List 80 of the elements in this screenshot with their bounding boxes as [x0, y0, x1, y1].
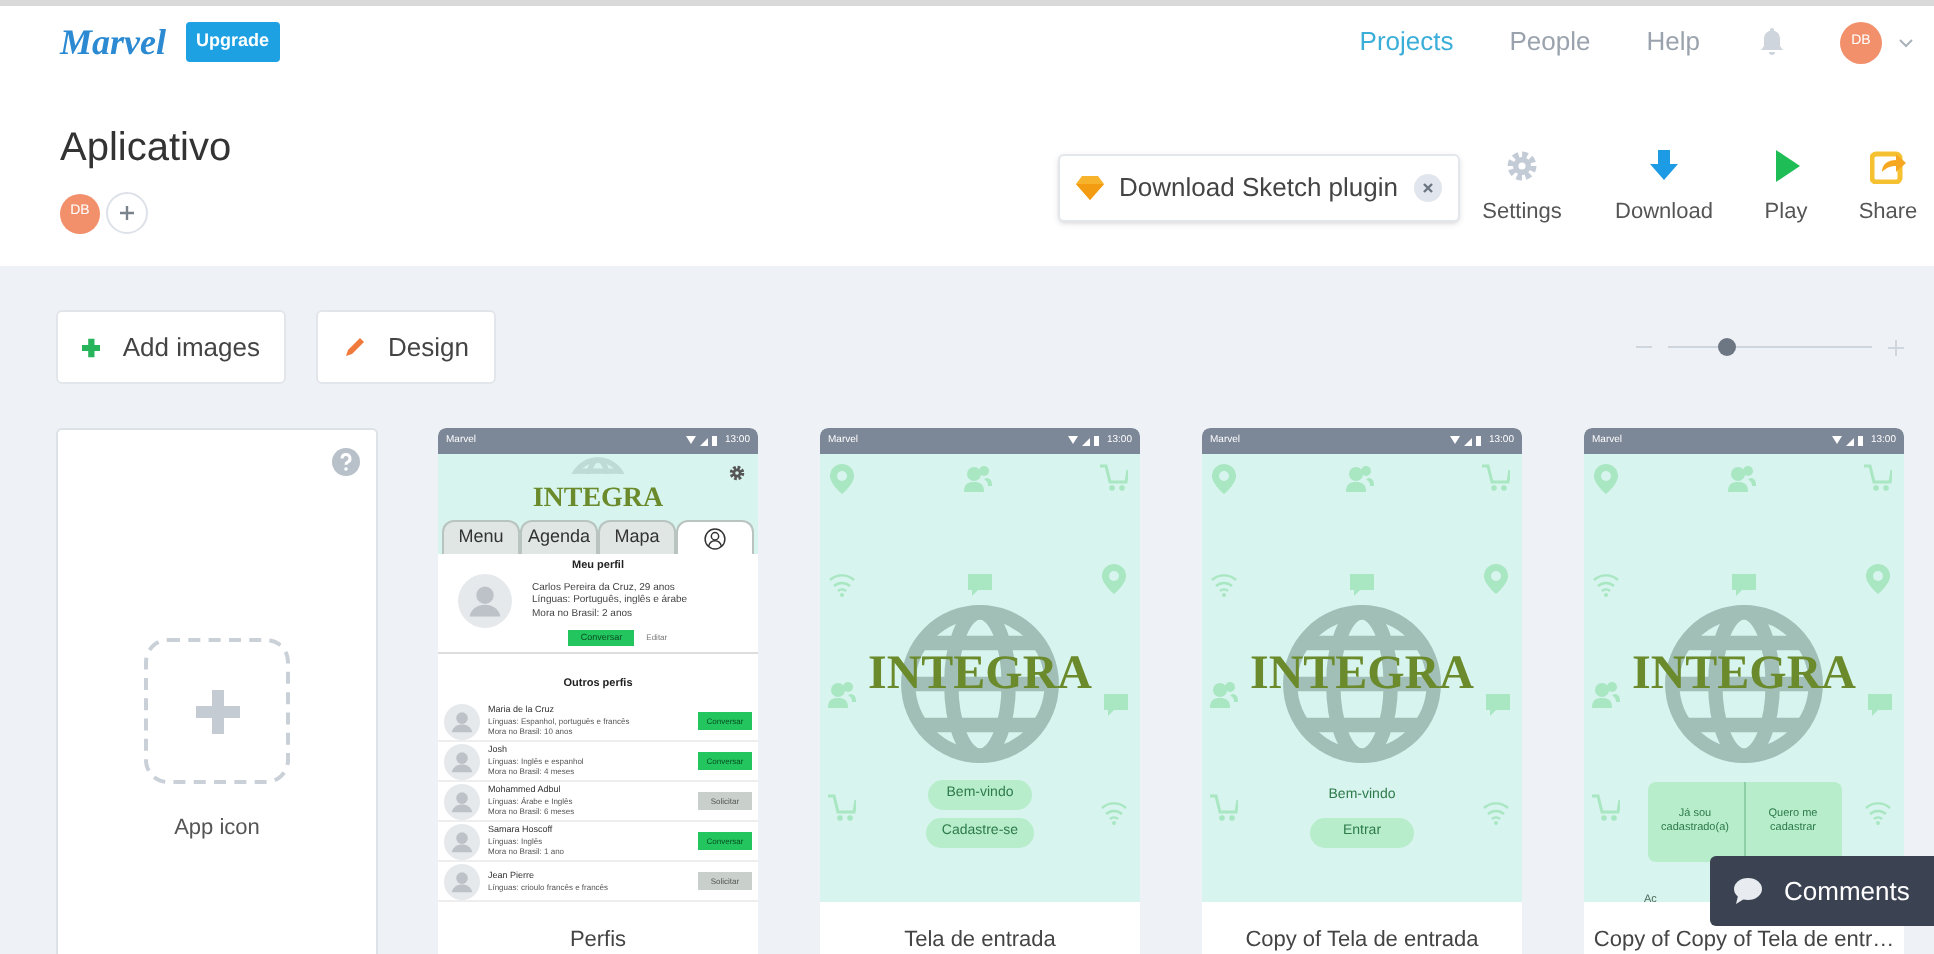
- tab[interactable]: Mapa: [598, 520, 676, 554]
- app-icon-label: App icon: [174, 814, 260, 844]
- status-icons: [1068, 436, 1101, 446]
- screen-title: Perfis: [569, 928, 627, 952]
- chat-bubble-icon: [1734, 878, 1762, 904]
- cart-icon: [1210, 794, 1238, 824]
- people-icon: [1346, 464, 1374, 494]
- location-pin-icon: [1100, 564, 1128, 594]
- status-icons: [1832, 436, 1865, 446]
- people-icon: [1210, 680, 1238, 710]
- close-icon[interactable]: [1414, 174, 1442, 202]
- status-icons: [686, 436, 719, 446]
- app-logo-text: INTEGRA: [867, 648, 1093, 700]
- add-button[interactable]: Add images: [56, 310, 286, 384]
- toolbar-play-button[interactable]: Play: [1746, 148, 1826, 229]
- upgrade-badge[interactable]: Upgrade: [186, 22, 280, 62]
- location-pin-icon: [1482, 564, 1510, 594]
- screen-title: Tela de entrada: [904, 928, 1056, 952]
- cart-icon: [1482, 464, 1510, 494]
- wifi-icon: [1482, 798, 1510, 828]
- app-logo-text: INTEGRA: [1631, 648, 1857, 700]
- people-icon: [1728, 464, 1756, 494]
- screen-title: Copy of Copy of Tela de entr…: [1593, 928, 1895, 952]
- tab[interactable]: Agenda: [520, 520, 598, 554]
- avatar-placeholder-icon: [444, 823, 480, 859]
- plus-icon: [195, 689, 239, 733]
- tab[interactable]: [676, 520, 754, 554]
- diamond-icon: [1075, 176, 1104, 200]
- chat-bubble-icon: [1484, 690, 1512, 720]
- gear-icon[interactable]: [728, 464, 746, 482]
- people-icon: [1592, 680, 1620, 710]
- comments-button[interactable]: Comments: [1710, 856, 1934, 926]
- person-icon: [704, 527, 726, 549]
- location-pin-icon: [1210, 464, 1238, 494]
- globe-drawing: [568, 456, 628, 474]
- design-button[interactable]: Design: [316, 310, 496, 384]
- wifi-icon: [1592, 570, 1620, 600]
- avatar-placeholder-icon: [444, 743, 480, 779]
- pencil-icon: [342, 335, 366, 359]
- app-logo-text: INTEGRA: [1249, 648, 1475, 700]
- screen-title: Copy of Tela de entrada: [1245, 928, 1479, 952]
- project-title: Aplicativo: [60, 124, 232, 174]
- location-pin-icon: [1592, 464, 1620, 494]
- gear-icon: [1504, 148, 1540, 184]
- people-icon: [828, 680, 856, 710]
- chat-bubble-icon: [1348, 570, 1376, 600]
- tab[interactable]: Menu: [442, 520, 520, 554]
- avatar-placeholder-icon: [444, 703, 480, 739]
- status-icons: [1450, 436, 1483, 446]
- cart-icon: [828, 794, 856, 824]
- toolbar-share-button[interactable]: Share: [1848, 148, 1928, 229]
- add-member-icon[interactable]: [106, 192, 148, 234]
- chat-bubble-icon: [966, 570, 994, 600]
- location-pin-icon: [1864, 564, 1892, 594]
- cart-icon: [1100, 464, 1128, 494]
- wifi-icon: [1100, 798, 1128, 828]
- chat-bubble-icon: [1102, 690, 1130, 720]
- download-arrow-icon: [1646, 148, 1682, 184]
- avatar-placeholder-icon: [444, 783, 480, 819]
- app-logo-text: INTEGRA: [532, 483, 664, 514]
- zoom-slider-thumb[interactable]: [1717, 338, 1736, 356]
- wifi-icon: [828, 570, 856, 600]
- chat-bubble-icon: [1866, 690, 1894, 720]
- marvel-logo[interactable]: Marvel: [60, 24, 166, 60]
- location-pin-icon: [828, 464, 856, 494]
- app-icon-dropzone[interactable]: [144, 638, 290, 784]
- wifi-icon: [1864, 798, 1892, 828]
- chat-bubble-icon: [1730, 570, 1758, 600]
- avatar-placeholder-icon: [444, 863, 480, 899]
- toolbar-download-button[interactable]: Download: [1604, 148, 1724, 229]
- avatar-placeholder-icon: [458, 574, 512, 628]
- chevron-down-icon[interactable]: [1898, 37, 1914, 47]
- wifi-icon: [1210, 570, 1238, 600]
- plus-icon: [82, 335, 101, 359]
- help-icon[interactable]: [332, 448, 360, 476]
- cart-icon: [1592, 794, 1620, 824]
- share-icon: [1870, 148, 1906, 184]
- toolbar-settings-button[interactable]: Settings: [1470, 148, 1574, 229]
- cart-icon: [1864, 464, 1892, 494]
- people-icon: [964, 464, 992, 494]
